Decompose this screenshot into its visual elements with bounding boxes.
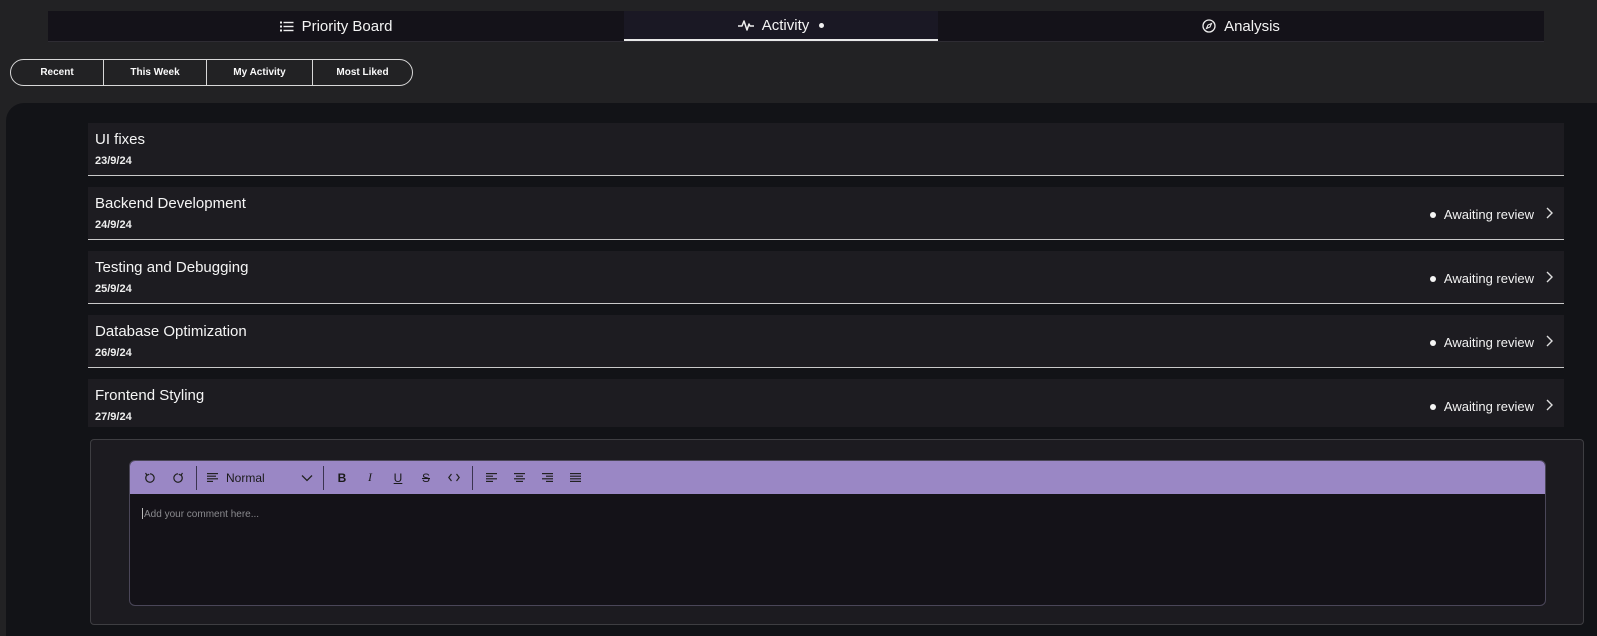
chevron-right-icon[interactable] bbox=[1545, 335, 1554, 347]
align-right-icon bbox=[541, 473, 553, 482]
editor-toolbar: Normal B I U S bbox=[130, 461, 1545, 494]
code-icon bbox=[448, 473, 460, 482]
tab-label: Priority Board bbox=[301, 17, 393, 35]
align-left-icon bbox=[485, 473, 497, 482]
underline-button[interactable]: U bbox=[384, 466, 412, 490]
status-dot bbox=[1429, 339, 1436, 346]
filter-my-activity[interactable]: My Activity bbox=[207, 60, 313, 85]
align-right-button[interactable] bbox=[533, 466, 561, 490]
activity-list: UI fixes 23/9/24 Backend Development 24/… bbox=[88, 123, 1564, 427]
tab-priority-board[interactable]: Priority Board bbox=[48, 11, 624, 41]
chevron-down-icon bbox=[301, 474, 313, 481]
underline-icon: U bbox=[393, 470, 403, 485]
italic-button[interactable]: I bbox=[356, 466, 384, 490]
item-date: 24/9/24 bbox=[95, 219, 132, 231]
filter-most-liked[interactable]: Most Liked bbox=[313, 60, 412, 85]
block-type-select[interactable]: Normal bbox=[201, 466, 319, 490]
align-center-icon bbox=[513, 473, 525, 482]
strikethrough-icon: S bbox=[421, 470, 430, 485]
undo-button[interactable] bbox=[136, 466, 164, 490]
rich-text-editor: Normal B I U S Add your comment here... bbox=[129, 460, 1546, 606]
status-label: Awaiting review bbox=[1443, 335, 1534, 350]
align-center-button[interactable] bbox=[505, 466, 533, 490]
undo-icon bbox=[145, 472, 155, 483]
item-date: 23/9/24 bbox=[95, 155, 132, 167]
list-item[interactable]: Database Optimization 26/9/24 Awaiting r… bbox=[88, 315, 1564, 368]
toolbar-divider bbox=[196, 465, 197, 490]
redo-icon bbox=[173, 472, 183, 483]
tab-activity[interactable]: Activity bbox=[624, 11, 938, 41]
item-date: 27/9/24 bbox=[95, 411, 132, 423]
item-date: 26/9/24 bbox=[95, 347, 132, 359]
toolbar-divider bbox=[323, 465, 324, 490]
chevron-right-icon[interactable] bbox=[1545, 399, 1554, 411]
status-badge: Awaiting review bbox=[1429, 335, 1534, 350]
compass-icon bbox=[1202, 19, 1216, 33]
list-item[interactable]: Frontend Styling 27/9/24 Awaiting review bbox=[88, 379, 1564, 427]
chevron-right-icon[interactable] bbox=[1545, 207, 1554, 219]
status-badge: Awaiting review bbox=[1429, 207, 1534, 222]
status-label: Awaiting review bbox=[1443, 207, 1534, 222]
status-badge: Awaiting review bbox=[1429, 399, 1534, 414]
italic-icon: I bbox=[368, 470, 372, 484]
status-dot bbox=[1429, 275, 1436, 282]
text-cursor bbox=[142, 508, 143, 519]
list-item[interactable]: Backend Development 24/9/24 Awaiting rev… bbox=[88, 187, 1564, 240]
activity-icon bbox=[737, 19, 754, 31]
align-left-button[interactable] bbox=[477, 466, 505, 490]
filter-this-week[interactable]: This Week bbox=[104, 60, 207, 85]
block-type-label: Normal bbox=[226, 470, 265, 485]
toolbar-divider bbox=[472, 465, 473, 490]
comment-box: Normal B I U S Add your comment here... bbox=[90, 439, 1584, 625]
comment-placeholder: Add your comment here... bbox=[144, 509, 260, 520]
filter-group: Recent This Week My Activity Most Liked bbox=[10, 59, 413, 86]
list-item[interactable]: Testing and Debugging 25/9/24 Awaiting r… bbox=[88, 251, 1564, 304]
strikethrough-button[interactable]: S bbox=[412, 466, 440, 490]
item-title: Testing and Debugging bbox=[95, 259, 249, 276]
item-title: UI fixes bbox=[95, 131, 146, 148]
item-title: Database Optimization bbox=[95, 323, 247, 340]
status-dot bbox=[1429, 211, 1436, 218]
status-label: Awaiting review bbox=[1443, 399, 1534, 414]
chevron-right-icon[interactable] bbox=[1545, 271, 1554, 283]
bold-button[interactable]: B bbox=[328, 466, 356, 490]
status-badge: Awaiting review bbox=[1429, 271, 1534, 286]
comment-input[interactable]: Add your comment here... bbox=[130, 494, 1545, 605]
item-date: 25/9/24 bbox=[95, 283, 132, 295]
tab-label: Activity bbox=[761, 16, 810, 34]
unread-dot bbox=[819, 22, 825, 28]
tab-analysis[interactable]: Analysis bbox=[938, 11, 1544, 41]
align-justify-button[interactable] bbox=[561, 466, 589, 490]
list-icon bbox=[279, 21, 294, 32]
paragraph-icon bbox=[207, 473, 218, 482]
top-nav: Priority Board Activity Analysis bbox=[48, 11, 1544, 42]
align-justify-icon bbox=[569, 473, 581, 482]
redo-button[interactable] bbox=[164, 466, 192, 490]
filter-recent[interactable]: Recent bbox=[11, 60, 104, 85]
item-title: Frontend Styling bbox=[95, 387, 205, 404]
tab-label: Analysis bbox=[1224, 17, 1280, 35]
list-item[interactable]: UI fixes 23/9/24 bbox=[88, 123, 1564, 176]
status-label: Awaiting review bbox=[1443, 271, 1534, 286]
item-title: Backend Development bbox=[95, 195, 246, 212]
status-dot bbox=[1429, 403, 1436, 410]
code-button[interactable] bbox=[440, 466, 468, 490]
bold-icon: B bbox=[337, 470, 347, 485]
